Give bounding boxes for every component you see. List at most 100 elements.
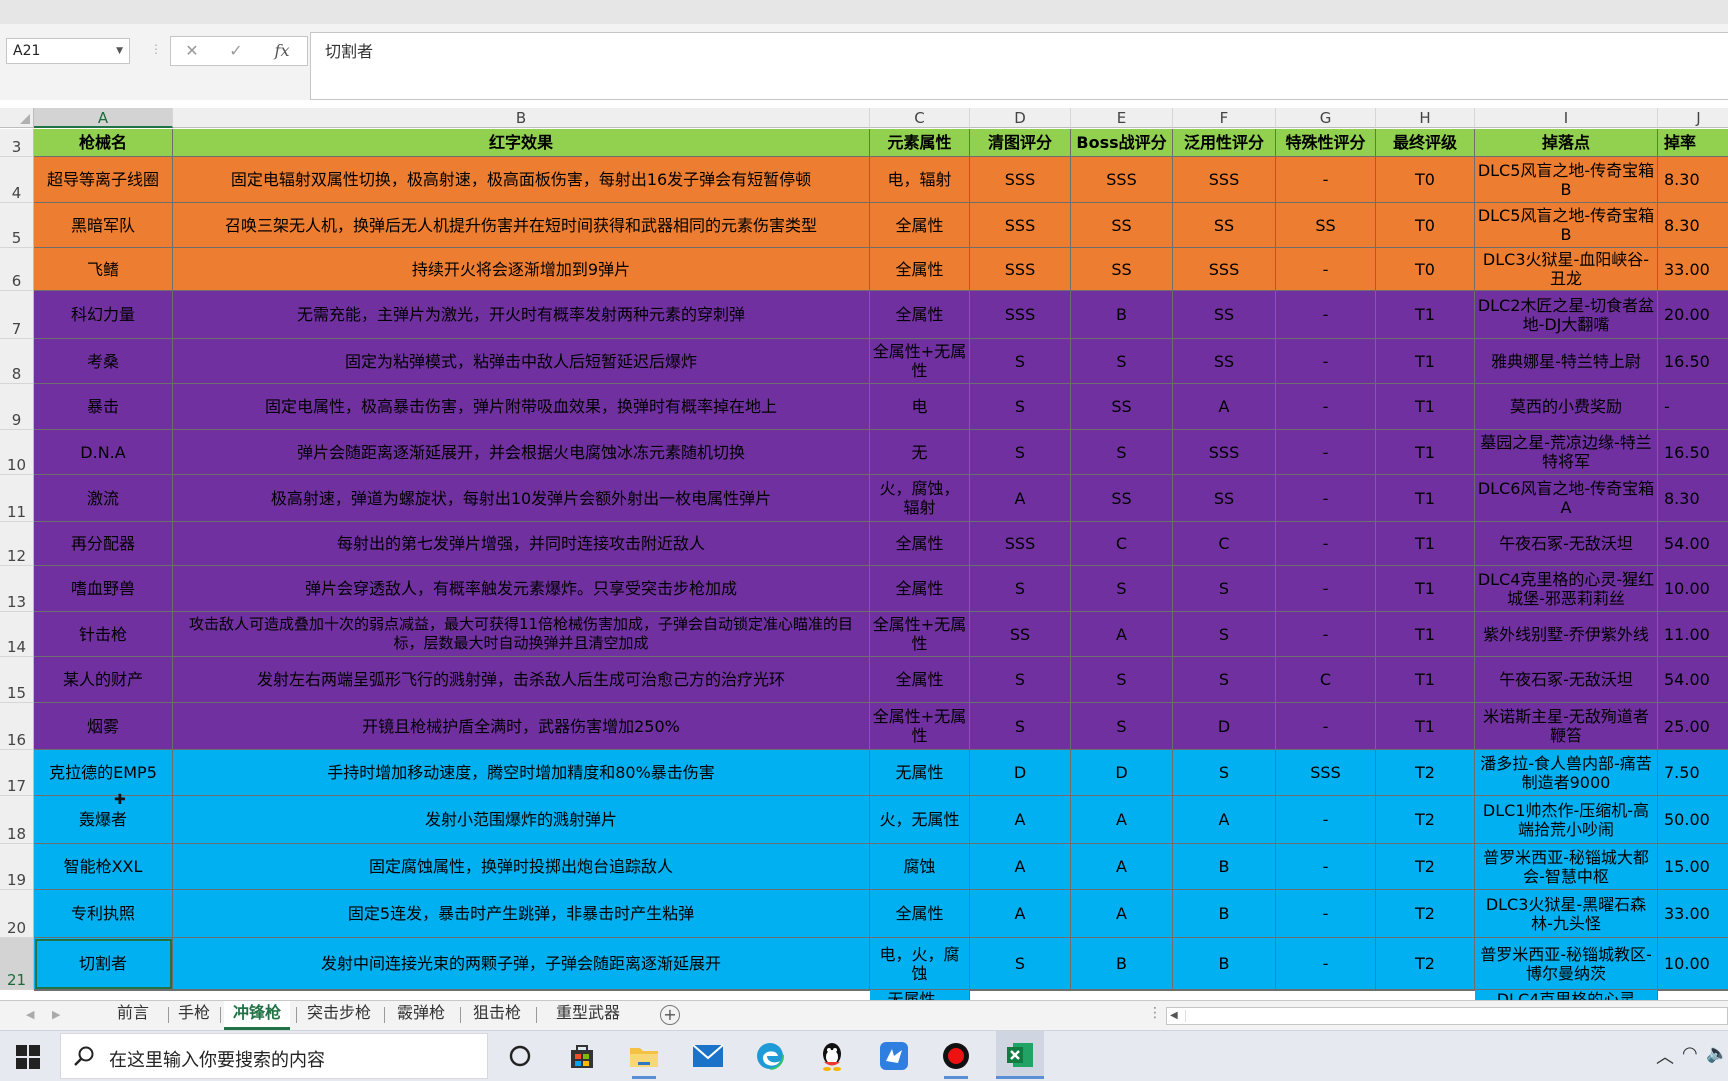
insert-function-icon[interactable]: fx: [268, 38, 296, 64]
table-cell[interactable]: T1: [1376, 339, 1475, 384]
table-cell[interactable]: S: [970, 384, 1071, 430]
table-cell[interactable]: SS: [1276, 203, 1376, 248]
table-cell[interactable]: 智能枪XXL: [34, 844, 173, 890]
table-cell[interactable]: SSS: [1173, 430, 1276, 475]
table-cell[interactable]: SSS: [1173, 248, 1276, 291]
table-cell[interactable]: 25.00: [1658, 703, 1728, 750]
table-cell[interactable]: SSS: [1276, 750, 1376, 796]
table-cell[interactable]: 黑暗军队: [34, 203, 173, 248]
table-cell[interactable]: -: [1276, 339, 1376, 384]
table-cell[interactable]: T1: [1376, 291, 1475, 339]
table-cell[interactable]: T1: [1376, 384, 1475, 430]
scroll-left-icon[interactable]: ◀: [1170, 1008, 1178, 1024]
table-cell[interactable]: 潘多拉-食人兽内部-痛苦制造者9000: [1475, 750, 1658, 796]
table-cell[interactable]: 针击枪: [34, 612, 173, 657]
table-cell[interactable]: 持续开火将会逐渐增加到9弹片: [173, 248, 870, 291]
table-cell[interactable]: -: [1276, 844, 1376, 890]
table-cell[interactable]: 火，腐蚀，辐射: [870, 475, 970, 522]
table-cell[interactable]: -: [1276, 157, 1376, 203]
table-cell[interactable]: 考桑: [34, 339, 173, 384]
table-cell[interactable]: [1658, 990, 1728, 991]
header-cell[interactable]: 元素属性: [870, 129, 970, 157]
table-cell[interactable]: S: [1071, 566, 1173, 612]
table-cell[interactable]: -: [1276, 475, 1376, 522]
sheet-tab[interactable]: 手枪: [172, 1001, 216, 1027]
table-cell[interactable]: S: [1071, 703, 1173, 750]
row-header-16[interactable]: 16: [0, 703, 34, 750]
prev-sheet-icon[interactable]: ◀: [26, 1008, 34, 1021]
table-cell[interactable]: -: [1276, 890, 1376, 938]
table-cell[interactable]: T1: [1376, 657, 1475, 703]
column-header-i[interactable]: I: [1475, 108, 1658, 128]
table-cell[interactable]: DLC2木匠之星-切食者盆地-DJ大翻嘴: [1475, 291, 1658, 339]
table-cell[interactable]: SS: [970, 612, 1071, 657]
mail-icon[interactable]: [690, 1039, 726, 1073]
table-cell[interactable]: 召唤三架无人机，换弹后无人机提升伤害并在短时间获得和武器相同的元素伤害类型: [173, 203, 870, 248]
table-cell[interactable]: 午夜石冢-无敌沃坦: [1475, 657, 1658, 703]
row-header-11[interactable]: 11: [0, 475, 34, 522]
store-icon[interactable]: [564, 1039, 600, 1073]
table-cell[interactable]: A: [970, 844, 1071, 890]
table-cell[interactable]: SS: [1173, 203, 1276, 248]
column-header-e[interactable]: E: [1071, 108, 1173, 128]
volume-icon[interactable]: 🔈: [1706, 1043, 1728, 1064]
header-cell[interactable]: 掉落点: [1475, 129, 1658, 157]
table-cell[interactable]: S: [1173, 566, 1276, 612]
table-cell[interactable]: -: [1276, 291, 1376, 339]
table-cell[interactable]: B: [1173, 938, 1276, 990]
column-header-b[interactable]: B: [173, 108, 870, 128]
row-header-21[interactable]: 21: [0, 938, 34, 990]
table-cell[interactable]: D.N.A: [34, 430, 173, 475]
table-cell[interactable]: SSS: [970, 157, 1071, 203]
table-cell[interactable]: 午夜石冢-无敌沃坦: [1475, 522, 1658, 566]
table-cell[interactable]: 攻击敌人可造成叠加十次的弱点减益，最大可获得11倍枪械伤害加成，子弹会自动锁定准…: [173, 612, 870, 657]
table-cell[interactable]: 11.00: [1658, 612, 1728, 657]
table-cell[interactable]: 全属性+无属性: [870, 612, 970, 657]
table-cell[interactable]: S: [1173, 750, 1276, 796]
table-cell[interactable]: DLC1帅杰作-压缩机-高端拾荒小吵闹: [1475, 796, 1658, 844]
table-cell[interactable]: 8.30: [1658, 203, 1728, 248]
table-cell[interactable]: SSS: [970, 291, 1071, 339]
table-cell[interactable]: T1: [1376, 475, 1475, 522]
table-cell[interactable]: 无属性: [870, 750, 970, 796]
table-cell[interactable]: [1376, 990, 1475, 991]
edge-browser-icon[interactable]: [752, 1039, 788, 1073]
table-cell[interactable]: 科幻力量: [34, 291, 173, 339]
table-cell[interactable]: DLC4克里格的心灵-猩红城堡-邪恶莉莉丝: [1475, 566, 1658, 612]
table-cell[interactable]: SSS: [970, 203, 1071, 248]
header-cell[interactable]: 枪械名: [34, 129, 173, 157]
table-cell[interactable]: 普罗米西亚-秘锱城教区-博尔曼纳茨: [1475, 938, 1658, 990]
table-cell[interactable]: 嗜血野兽: [34, 566, 173, 612]
table-cell[interactable]: 全属性: [870, 203, 970, 248]
table-cell[interactable]: T2: [1376, 890, 1475, 938]
row-header-17[interactable]: 17: [0, 750, 34, 796]
table-cell[interactable]: 33.00: [1658, 248, 1728, 291]
table-cell[interactable]: S: [970, 339, 1071, 384]
chevron-up-icon[interactable]: ︿: [1656, 1043, 1674, 1069]
table-cell[interactable]: 烟雾: [34, 703, 173, 750]
table-cell[interactable]: 无需充能，主弹片为激光，开火时有概率发射两种元素的穿刺弹: [173, 291, 870, 339]
table-cell[interactable]: SS: [1071, 384, 1173, 430]
row-header-5[interactable]: 5: [0, 203, 34, 248]
table-cell[interactable]: T2: [1376, 796, 1475, 844]
table-cell[interactable]: B: [1173, 844, 1276, 890]
table-cell[interactable]: T1: [1376, 703, 1475, 750]
formula-input[interactable]: 切割者: [310, 32, 1728, 100]
table-cell[interactable]: S: [970, 430, 1071, 475]
table-cell[interactable]: 54.00: [1658, 657, 1728, 703]
table-cell[interactable]: 米诺斯主星-无敌殉道者鞭笞: [1475, 703, 1658, 750]
windows-start-icon[interactable]: [16, 1045, 40, 1069]
row-header-10[interactable]: 10: [0, 430, 34, 475]
select-all-corner[interactable]: [0, 108, 34, 128]
table-cell[interactable]: T1: [1376, 612, 1475, 657]
sheet-tab[interactable]: 前言: [104, 1001, 162, 1027]
column-header-g[interactable]: G: [1276, 108, 1376, 128]
table-cell[interactable]: 电: [870, 384, 970, 430]
table-cell[interactable]: 电，火，腐蚀: [870, 938, 970, 990]
table-cell[interactable]: 无属性，: [870, 990, 970, 1000]
header-cell[interactable]: 掉率: [1658, 129, 1728, 157]
table-cell[interactable]: 8.30: [1658, 475, 1728, 522]
table-cell[interactable]: -: [1276, 703, 1376, 750]
table-cell[interactable]: 专利执照: [34, 890, 173, 938]
selected-cell[interactable]: 切割者: [34, 938, 173, 990]
